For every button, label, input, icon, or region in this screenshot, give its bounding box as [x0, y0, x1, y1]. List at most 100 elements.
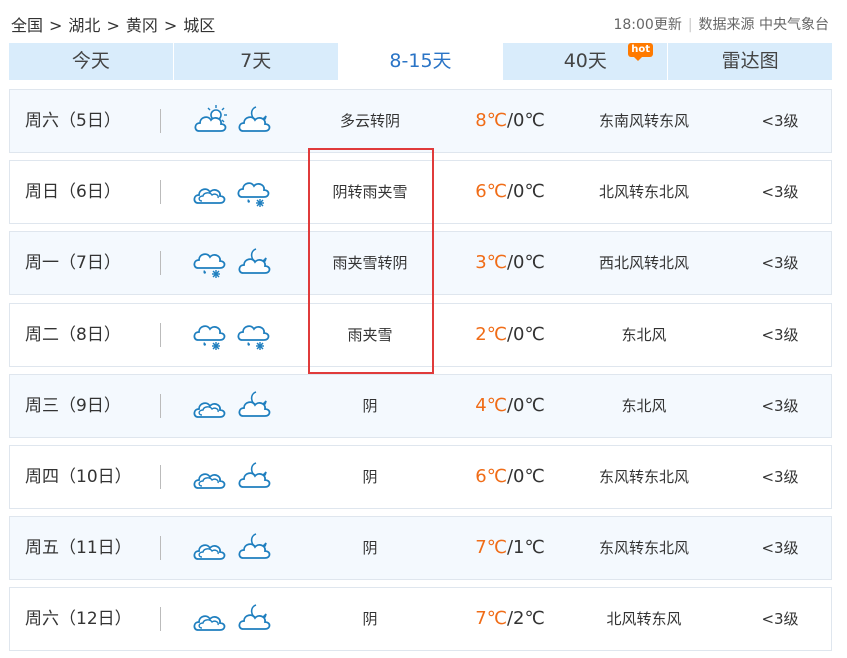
- wind-level: <3级: [761, 539, 799, 557]
- wind-level: <3级: [761, 610, 799, 628]
- weather-icons: [192, 389, 272, 423]
- temperature-low: /0℃: [506, 395, 545, 416]
- source-label: 数据来源 中央气象台: [698, 17, 829, 33]
- weather-description: 阴: [362, 539, 378, 557]
- temperature-low: /2℃: [506, 608, 545, 629]
- breadcrumb: 全国 > 湖北 > 黄冈 > 城区: [11, 12, 215, 36]
- cloudy-night-icon: [236, 104, 272, 138]
- temperature: 6℃/0℃: [450, 446, 570, 508]
- breadcrumb-current: 城区: [183, 16, 216, 35]
- sleet-icon: [236, 175, 272, 209]
- partly-cloudy-day-icon: [192, 104, 228, 138]
- tab-today[interactable]: 今天: [9, 43, 174, 80]
- wind-level: <3级: [761, 326, 799, 344]
- forecast-row: 周五（11日） 阴 7℃/1℃ 东风转东北风 <3级: [9, 516, 832, 580]
- tab-40-days[interactable]: 40天 hot: [503, 43, 669, 80]
- temperature-high: 7℃: [475, 608, 507, 629]
- divider: [160, 536, 161, 560]
- weather-description: 多云转阴: [339, 112, 400, 130]
- cloudy-night-icon: [236, 602, 272, 636]
- cloudy-night-icon: [236, 389, 272, 423]
- temperature: 3℃/0℃: [450, 232, 570, 294]
- tab-radar[interactable]: 雷达图: [668, 43, 832, 80]
- cloudy-night-icon: [236, 246, 272, 280]
- temperature: 7℃/1℃: [450, 517, 570, 579]
- wind-direction: 西北风转北风: [598, 254, 689, 272]
- wind-level: <3级: [761, 112, 799, 130]
- temperature-high: 7℃: [475, 537, 507, 558]
- breadcrumb-separator: >: [49, 16, 63, 35]
- divider: [160, 323, 161, 347]
- breadcrumb-link[interactable]: 湖北: [68, 16, 100, 35]
- cloudy-icon: [192, 460, 228, 494]
- wind-direction: 东北风: [621, 326, 667, 344]
- cloudy-icon: [192, 531, 228, 565]
- wind-direction: 北风转东北风: [598, 183, 689, 201]
- cloudy-night-icon: [236, 531, 272, 565]
- divider: [160, 394, 161, 418]
- weather-description: 雨夹雪转阴: [332, 254, 408, 272]
- weather-icons: [192, 175, 272, 209]
- weather-icons: [192, 531, 272, 565]
- divider: [160, 465, 161, 489]
- forecast-day: 周四（10日）: [25, 467, 132, 487]
- wind-direction: 东北风: [621, 397, 667, 415]
- forecast-row: 周日（6日） 阴转雨夹雪 6℃/0℃ 北风转东北风 <3级: [9, 160, 832, 224]
- temperature-low: /1℃: [506, 537, 545, 558]
- weather-icons: [192, 246, 272, 280]
- temperature-low: /0℃: [506, 466, 545, 487]
- temperature-low: /0℃: [506, 252, 545, 273]
- weather-icons: [192, 318, 272, 352]
- temperature-high: 4℃: [475, 395, 507, 416]
- wind-level: <3级: [761, 397, 799, 415]
- forecast-tabs: 今天 7天 8-15天 40天 hot 雷达图: [9, 43, 832, 80]
- tab-7-days[interactable]: 7天: [173, 43, 339, 80]
- temperature-low: /0℃: [506, 181, 545, 202]
- cloudy-icon: [192, 602, 228, 636]
- temperature: 8℃/0℃: [450, 90, 570, 152]
- breadcrumb-separator: >: [106, 16, 120, 35]
- forecast-day: 周六（12日）: [25, 609, 132, 629]
- temperature-high: 6℃: [475, 181, 507, 202]
- data-source: 18:00更新 | 数据来源 中央气象台: [613, 14, 829, 34]
- temperature-high: 6℃: [475, 466, 507, 487]
- forecast-row: 周四（10日） 阴 6℃/0℃ 东风转东北风 <3级: [9, 445, 832, 509]
- tab-8-15-days[interactable]: 8-15天: [338, 43, 504, 80]
- wind-level: <3级: [761, 254, 799, 272]
- cloudy-icon: [192, 389, 228, 423]
- wind-level: <3级: [761, 183, 799, 201]
- temperature-high: 8℃: [475, 110, 507, 131]
- weather-description: 阴: [362, 397, 378, 415]
- cloudy-night-icon: [236, 460, 272, 494]
- temperature-low: /0℃: [506, 110, 545, 131]
- tab-40-days-label: 40天: [563, 50, 607, 72]
- forecast-row: 周三（9日） 阴 4℃/0℃ 东北风 <3级: [9, 374, 832, 438]
- wind-level: <3级: [761, 468, 799, 486]
- forecast-day: 周二（8日）: [25, 325, 121, 345]
- breadcrumb-link[interactable]: 全国: [11, 16, 43, 35]
- divider: [160, 109, 161, 133]
- forecast-day: 周六（5日）: [25, 111, 121, 131]
- temperature-low: /0℃: [506, 324, 545, 345]
- temperature-high: 3℃: [475, 252, 507, 273]
- weather-icons: [192, 602, 272, 636]
- weather-description: 阴转雨夹雪: [332, 183, 408, 201]
- temperature: 4℃/0℃: [450, 375, 570, 437]
- weather-icons: [192, 104, 272, 138]
- wind-direction: 东风转东北风: [598, 539, 689, 557]
- wind-direction: 北风转东风: [606, 610, 682, 628]
- hot-badge: hot: [628, 43, 654, 61]
- divider: [160, 180, 161, 204]
- sleet-icon: [192, 246, 228, 280]
- breadcrumb-link[interactable]: 黄冈: [126, 16, 158, 35]
- forecast-day: 周五（11日）: [25, 538, 132, 558]
- weather-description: 阴: [362, 610, 378, 628]
- update-time: 18:00更新: [613, 17, 682, 33]
- forecast-row: 周二（8日） 雨夹雪 2℃/0℃ 东北风 <3级: [9, 303, 832, 367]
- forecast-row: 周一（7日） 雨夹雪转阴 3℃/0℃ 西北风转北风 <3级: [9, 231, 832, 295]
- wind-direction: 东南风转东风: [598, 112, 689, 130]
- forecast-row: 周六（12日） 阴 7℃/2℃ 北风转东风 <3级: [9, 587, 832, 651]
- sleet-icon: [192, 318, 228, 352]
- divider: [160, 251, 161, 275]
- divider: [160, 607, 161, 631]
